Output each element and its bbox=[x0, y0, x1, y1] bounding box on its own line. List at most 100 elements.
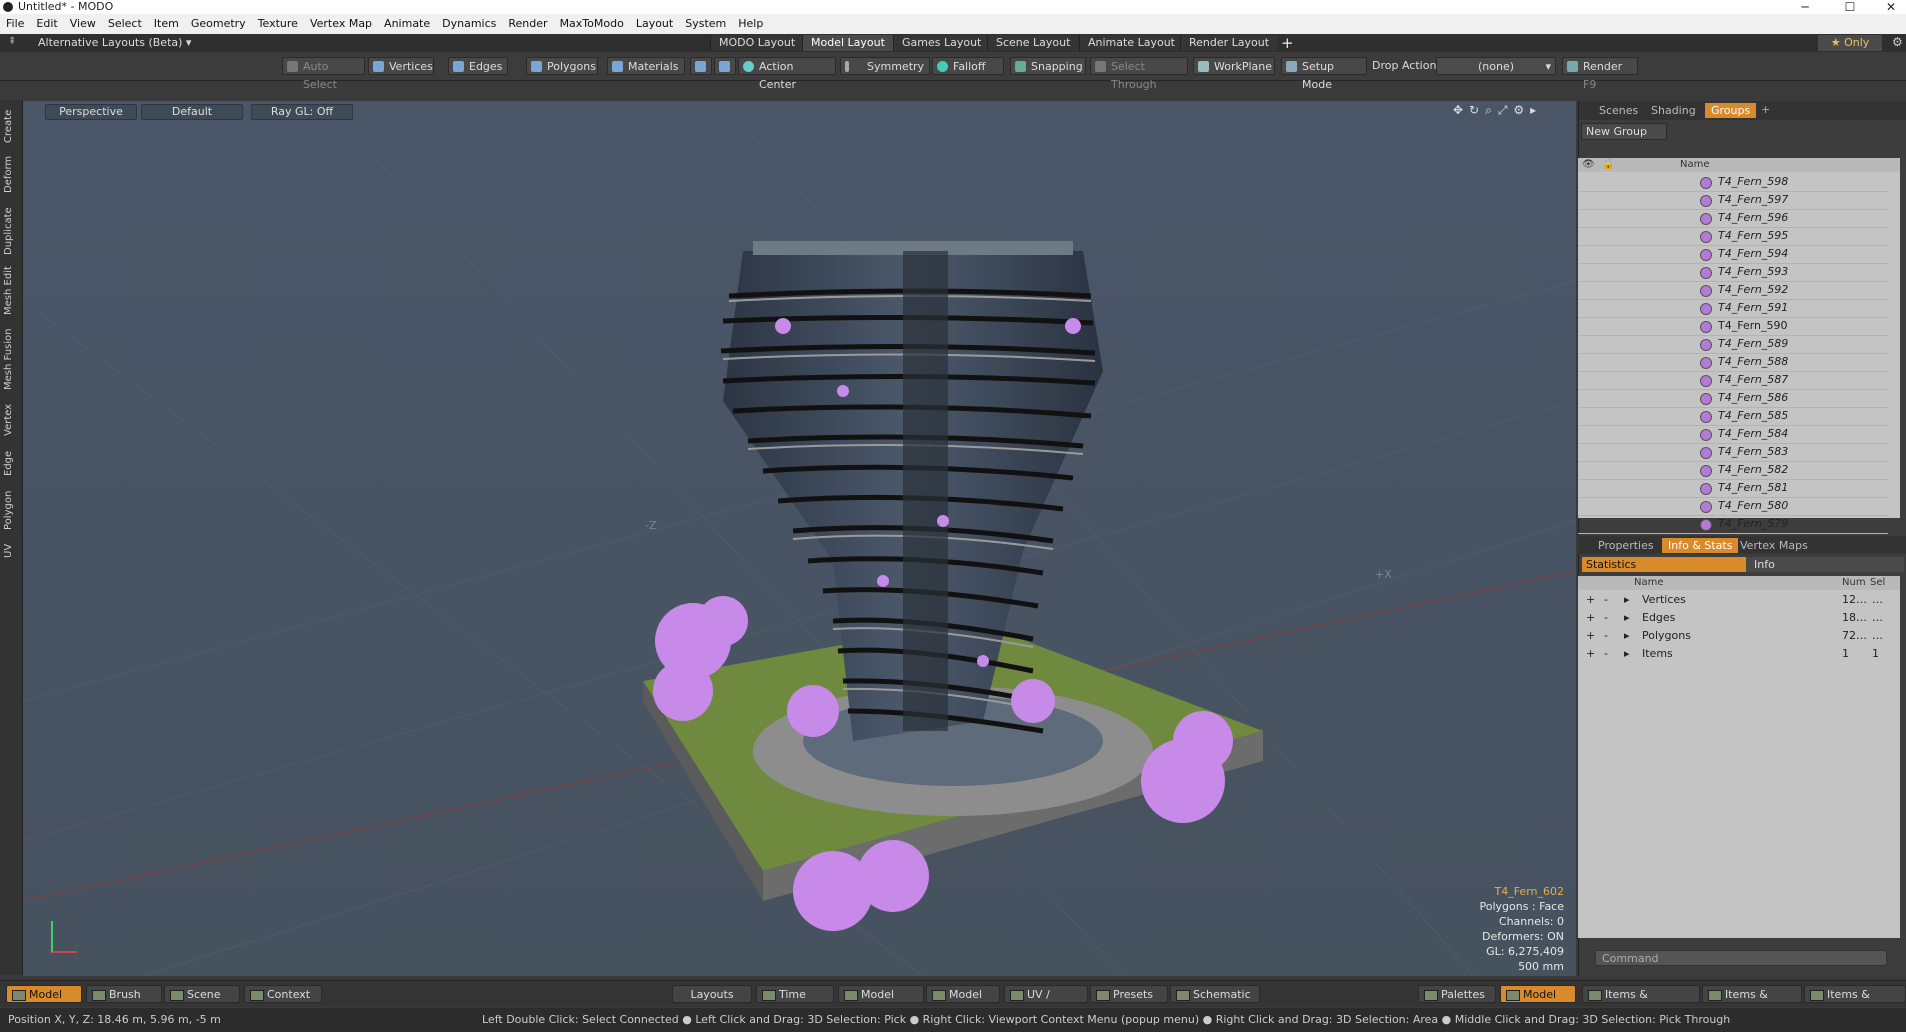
tab-deform[interactable]: Deform bbox=[3, 152, 19, 196]
time-button[interactable]: Time bbox=[756, 985, 834, 1003]
menu-file[interactable]: File bbox=[0, 14, 30, 34]
menu-texture[interactable]: Texture bbox=[252, 14, 304, 34]
symmetry-button[interactable]: Symmetry bbox=[840, 57, 930, 75]
context-button[interactable]: Context bbox=[244, 985, 322, 1003]
3d-viewport[interactable]: Perspective Default Ray GL: Off ✥↻⌕⤢⚙▸ -… bbox=[23, 101, 1576, 976]
maximize-button[interactable]: ☐ bbox=[1835, 0, 1865, 14]
group-row[interactable]: T4_Fern_592 bbox=[1578, 281, 1888, 300]
items-properties-button[interactable]: Items & Properties bbox=[1582, 985, 1700, 1019]
alt-layouts-dropdown[interactable]: Alternative Layouts (Beta) ▾ bbox=[38, 35, 191, 51]
tab-scenes[interactable]: Scenes bbox=[1593, 103, 1644, 118]
group-row[interactable]: T4_Fern_582 bbox=[1578, 461, 1888, 480]
stats-row[interactable]: + - ▸ Items 1 1 bbox=[1578, 645, 1888, 663]
menu-dynamics[interactable]: Dynamics bbox=[436, 14, 502, 34]
stats-arrow-icon[interactable]: ▸ bbox=[1624, 591, 1630, 609]
group-row[interactable]: T4_Fern_579 bbox=[1578, 515, 1888, 534]
items-groups-button[interactable]: Items & Groups bbox=[1702, 985, 1802, 1019]
group-row[interactable]: T4_Fern_583 bbox=[1578, 443, 1888, 462]
stats-expand-plus[interactable]: + bbox=[1586, 627, 1595, 645]
tab-vertex-maps[interactable]: Vertex Maps bbox=[1734, 538, 1814, 553]
model-quad-button[interactable]: Model Quad bbox=[838, 985, 924, 1019]
command-input[interactable]: Command bbox=[1595, 950, 1887, 966]
menu-item[interactable]: Item bbox=[148, 14, 185, 34]
tab-edge[interactable]: Edge bbox=[3, 446, 19, 480]
shield-toggle-1[interactable] bbox=[690, 57, 712, 75]
stats-row[interactable]: + - ▸ Vertices 12…… bbox=[1578, 591, 1888, 609]
tab-uv[interactable]: UV bbox=[3, 540, 19, 562]
render-button[interactable]: Render F9 bbox=[1562, 57, 1638, 91]
materials-button[interactable]: Materials bbox=[607, 57, 685, 75]
view-perspective-dropdown[interactable]: Perspective bbox=[45, 104, 137, 120]
workplane-button[interactable]: WorkPlane bbox=[1193, 57, 1275, 75]
menu-edit[interactable]: Edit bbox=[30, 14, 63, 34]
action-center-button[interactable]: Action Center bbox=[738, 57, 836, 91]
tab-render-layout[interactable]: Render Layout bbox=[1180, 35, 1278, 51]
shield-toggle-2[interactable] bbox=[714, 57, 736, 75]
stats-expand-plus[interactable]: + bbox=[1586, 591, 1595, 609]
group-row[interactable]: T4_Fern_585 bbox=[1578, 407, 1888, 426]
menu-render[interactable]: Render bbox=[502, 14, 553, 34]
group-row[interactable]: T4_Fern_586 bbox=[1578, 389, 1888, 408]
items-shading-button[interactable]: Items & Shading bbox=[1804, 985, 1906, 1003]
tab-modo-layout[interactable]: MODO Layout bbox=[710, 35, 804, 51]
group-row[interactable]: T4_Fern_588 bbox=[1578, 353, 1888, 372]
tab-mesh-fusion[interactable]: Mesh Fusion bbox=[3, 326, 19, 392]
menu-geometry[interactable]: Geometry bbox=[185, 14, 252, 34]
minimize-button[interactable]: ─ bbox=[1790, 0, 1820, 14]
menu-select[interactable]: Select bbox=[102, 14, 148, 34]
menu-layout[interactable]: Layout bbox=[630, 14, 679, 34]
shading-default-dropdown[interactable]: Default bbox=[141, 104, 243, 120]
tab-duplicate[interactable]: Duplicate bbox=[3, 204, 19, 258]
stats-row[interactable]: + - ▸ Polygons 72…… bbox=[1578, 627, 1888, 645]
group-row[interactable]: T4_Fern_598 bbox=[1578, 173, 1888, 192]
vertices-button[interactable]: Vertices bbox=[368, 57, 434, 75]
menu-view[interactable]: View bbox=[64, 14, 102, 34]
subtab-statistics[interactable]: Statistics bbox=[1582, 557, 1746, 572]
select-through-button[interactable]: Select Through bbox=[1090, 57, 1188, 91]
uv-model-button[interactable]: UV / Model bbox=[1004, 985, 1088, 1019]
group-row[interactable]: T4_Fern_581 bbox=[1578, 479, 1888, 498]
presets-button[interactable]: Presets bbox=[1090, 985, 1168, 1003]
eye-icon[interactable]: 👁 bbox=[1582, 158, 1595, 172]
menu-help[interactable]: Help bbox=[732, 14, 769, 34]
stats-row[interactable]: + - ▸ Edges 18…… bbox=[1578, 609, 1888, 627]
only-toggle[interactable]: ★ Only bbox=[1818, 35, 1882, 51]
model-layout-button[interactable]: Model bbox=[1500, 985, 1576, 1003]
group-row[interactable]: T4_Fern_580 bbox=[1578, 497, 1888, 516]
schematic-button[interactable]: Schematic bbox=[1170, 985, 1260, 1003]
tab-groups[interactable]: Groups bbox=[1705, 103, 1757, 118]
stats-collapse-minus[interactable]: - bbox=[1604, 627, 1608, 645]
group-row[interactable]: T4_Fern_596 bbox=[1578, 209, 1888, 228]
group-row[interactable]: T4_Fern_595 bbox=[1578, 227, 1888, 246]
stats-arrow-icon[interactable]: ▸ bbox=[1624, 645, 1630, 663]
stats-collapse-minus[interactable]: - bbox=[1604, 591, 1608, 609]
menu-vertex-map[interactable]: Vertex Map bbox=[304, 14, 378, 34]
tab-scene-layout[interactable]: Scene Layout bbox=[987, 35, 1079, 51]
tab-games-layout[interactable]: Games Layout bbox=[893, 35, 990, 51]
tab-polygon[interactable]: Polygon bbox=[3, 486, 19, 534]
stats-collapse-minus[interactable]: - bbox=[1604, 645, 1608, 663]
layouts-button[interactable]: Layouts bbox=[672, 985, 752, 1003]
model-mode-button[interactable]: Model F2 bbox=[6, 985, 82, 1019]
scene-mode-button[interactable]: Scene F4 bbox=[164, 985, 240, 1019]
tab-model-layout[interactable]: Model Layout bbox=[802, 35, 893, 51]
group-row[interactable]: T4_Fern_590 bbox=[1578, 317, 1888, 336]
group-row[interactable]: T4_Fern_584 bbox=[1578, 425, 1888, 444]
raygl-toggle[interactable]: Ray GL: Off bbox=[251, 104, 353, 120]
gear-icon[interactable]: ⚙ bbox=[1892, 35, 1903, 49]
tab-create[interactable]: Create bbox=[3, 106, 19, 146]
edges-button[interactable]: Edges bbox=[448, 57, 508, 75]
subtab-info[interactable]: Info bbox=[1746, 557, 1904, 572]
brush-mode-button[interactable]: Brush F3 bbox=[86, 985, 162, 1019]
close-button[interactable]: ✕ bbox=[1876, 0, 1906, 14]
new-group-button[interactable]: New Group bbox=[1581, 123, 1667, 140]
group-row[interactable]: T4_Fern_589 bbox=[1578, 335, 1888, 354]
tab-info-stats[interactable]: Info & Stats bbox=[1662, 538, 1739, 553]
auto-select-button[interactable]: Auto Select bbox=[282, 57, 365, 91]
menu-system[interactable]: System bbox=[679, 14, 732, 34]
pin-icon[interactable]: ⇞ bbox=[8, 36, 18, 48]
group-row[interactable]: T4_Fern_597 bbox=[1578, 191, 1888, 210]
group-row[interactable]: T4_Fern_593 bbox=[1578, 263, 1888, 282]
falloff-button[interactable]: Falloff bbox=[932, 57, 1004, 75]
group-row[interactable]: T4_Fern_591 bbox=[1578, 299, 1888, 318]
